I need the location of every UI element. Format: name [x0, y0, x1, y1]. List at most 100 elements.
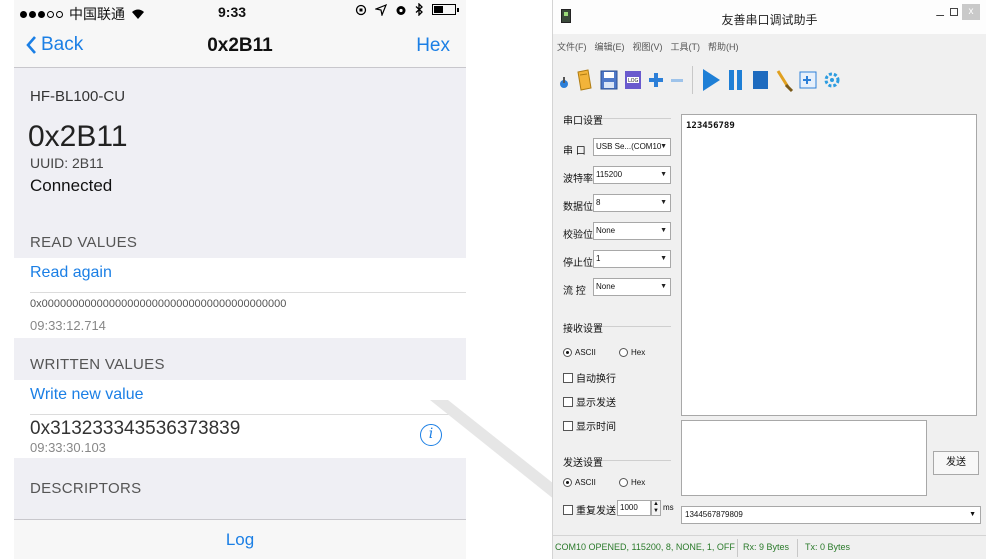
- interval-spinner[interactable]: ▲ ▼: [651, 500, 661, 516]
- interval-unit: ms: [663, 503, 674, 512]
- flow-select[interactable]: None ▼: [593, 278, 671, 296]
- dropdown-arrow-icon: ▼: [660, 227, 667, 234]
- receive-hex-radio[interactable]: Hex: [619, 348, 645, 357]
- stopbits-select[interactable]: 1 ▼: [593, 250, 671, 268]
- rx-counter: Rx: 9 Bytes: [743, 542, 790, 552]
- info-icon[interactable]: i: [420, 424, 442, 446]
- dropdown-arrow-icon: ▼: [660, 199, 667, 206]
- wifi-icon: [132, 9, 144, 19]
- receive-settings-label: 接收设置: [563, 324, 603, 335]
- auto-wrap-checkbox[interactable]: 自动换行: [563, 370, 616, 385]
- close-button[interactable]: x: [962, 4, 980, 20]
- menu-help[interactable]: 帮助(H): [708, 40, 739, 56]
- serial-settings-label: 串口设置: [563, 116, 603, 127]
- send-textarea[interactable]: [681, 420, 927, 496]
- svg-text:LOG: LOG: [628, 78, 639, 84]
- connection-status: Connected: [30, 176, 113, 195]
- flow-value: None: [596, 282, 616, 291]
- pause-icon[interactable]: [726, 67, 746, 93]
- send-button[interactable]: 发送: [933, 451, 979, 475]
- play-icon[interactable]: [700, 67, 722, 93]
- remove-icon[interactable]: [669, 68, 685, 92]
- alarm-icon: [396, 5, 406, 15]
- baud-select[interactable]: 115200 ▼: [593, 166, 671, 184]
- settings-panel: 串口设置 串 口 USB Se...(COM10 ▼ 波特率 115200 ▼ 数据…: [553, 104, 675, 534]
- characteristic-uuid: UUID: 2B11: [30, 155, 104, 171]
- show-send-checkbox[interactable]: 显示发送: [563, 394, 616, 409]
- minimize-button[interactable]: –: [936, 6, 944, 22]
- dropdown-arrow-icon: ▼: [969, 511, 976, 518]
- new-icon[interactable]: [557, 69, 571, 91]
- menu-edit[interactable]: 编辑(E): [595, 40, 625, 56]
- menu-file[interactable]: 文件(F): [557, 40, 587, 56]
- device-name: HF-BL100-CU: [30, 88, 126, 105]
- send-history-select[interactable]: 1344567879809 ▼: [681, 506, 981, 524]
- read-value: 0x00000000000000000000000000000000000000…: [30, 298, 287, 310]
- repeat-interval-input[interactable]: 1000: [617, 500, 651, 516]
- toolbar: LOG: [557, 62, 842, 98]
- parity-select[interactable]: None ▼: [593, 222, 671, 240]
- send-history-value: 1344567879809: [685, 510, 743, 519]
- show-send-label: 显示发送: [576, 398, 616, 409]
- battery-icon: [432, 4, 459, 15]
- send-ascii-label: ASCII: [575, 478, 596, 487]
- written-value: 0x313233343536373839: [30, 418, 241, 439]
- clock: 9:33: [218, 4, 247, 20]
- stopbits-label: 停止位: [563, 258, 593, 269]
- send-hex-label: Hex: [631, 478, 646, 487]
- read-again-button[interactable]: Read again: [30, 264, 112, 282]
- receive-ascii-label: ASCII: [575, 348, 596, 357]
- ios-ble-screen: 中国联通 9:33 Back 0x2B11 Hex HF-BL100-CU 0x…: [14, 0, 466, 559]
- dropdown-arrow-icon: ▼: [660, 143, 667, 150]
- parity-value: None: [596, 226, 616, 235]
- read-values-header: READ VALUES: [30, 234, 138, 251]
- log-tab[interactable]: Log: [226, 530, 254, 549]
- clear-icon[interactable]: [774, 67, 794, 93]
- menu-view[interactable]: 视图(V): [633, 40, 663, 56]
- open-icon[interactable]: [575, 68, 595, 92]
- dropdown-arrow-icon: ▼: [660, 255, 667, 262]
- receive-hex-label: Hex: [631, 348, 646, 357]
- settings-gear-icon[interactable]: [822, 67, 842, 93]
- page-title: 0x2B11: [207, 35, 273, 56]
- auto-wrap-label: 自动换行: [576, 374, 616, 385]
- dropdown-arrow-icon: ▼: [660, 171, 667, 178]
- send-ascii-radio[interactable]: ASCII: [563, 478, 596, 487]
- menu-bar: 文件(F) 编辑(E) 视图(V) 工具(T) 帮助(H): [553, 40, 739, 56]
- add-icon[interactable]: [647, 68, 665, 92]
- descriptors-header: DESCRIPTORS: [30, 480, 142, 497]
- menu-tools[interactable]: 工具(T): [671, 40, 701, 56]
- send-hex-radio[interactable]: Hex: [619, 478, 645, 487]
- show-time-label: 显示时间: [576, 422, 616, 433]
- read-timestamp: 09:33:12.714: [30, 318, 106, 333]
- port-value: USB Se...(COM10: [596, 142, 662, 151]
- window-title: 友善串口调试助手: [721, 13, 818, 27]
- send-settings-label: 发送设置: [563, 458, 603, 469]
- carrier-label: 中国联通: [69, 6, 125, 22]
- log-icon[interactable]: LOG: [623, 68, 643, 92]
- orientation-lock-icon: [355, 4, 367, 15]
- receive-ascii-radio[interactable]: ASCII: [563, 348, 596, 357]
- show-time-checkbox[interactable]: 显示时间: [563, 418, 616, 433]
- repeat-send-checkbox[interactable]: 重复发送: [563, 502, 616, 517]
- stopbits-value: 1: [596, 254, 601, 263]
- port-select[interactable]: USB Se...(COM10 ▼: [593, 138, 671, 156]
- baud-value: 115200: [596, 170, 623, 179]
- written-timestamp: 09:33:30.103: [30, 440, 106, 455]
- hex-toggle-button[interactable]: Hex: [416, 35, 450, 57]
- bottom-tab-bar: Log: [14, 519, 466, 559]
- stop-icon[interactable]: [750, 67, 770, 93]
- bluetooth-icon: [415, 3, 423, 16]
- expand-icon[interactable]: [798, 67, 818, 93]
- databits-value: 8: [596, 198, 601, 207]
- receive-textarea[interactable]: 123456789: [681, 114, 977, 416]
- databits-select[interactable]: 8 ▼: [593, 194, 671, 212]
- signal-strength-icon: [20, 10, 63, 18]
- navigation-bar: Back 0x2B11 Hex: [14, 24, 466, 68]
- maximize-button[interactable]: [950, 8, 958, 16]
- written-values-header: WRITTEN VALUES: [30, 356, 165, 373]
- save-icon[interactable]: [599, 68, 619, 92]
- tx-counter: Tx: 0 Bytes: [805, 542, 851, 552]
- write-new-value-button[interactable]: Write new value: [30, 386, 144, 404]
- ios-status-bar: 中国联通 9:33: [14, 0, 466, 24]
